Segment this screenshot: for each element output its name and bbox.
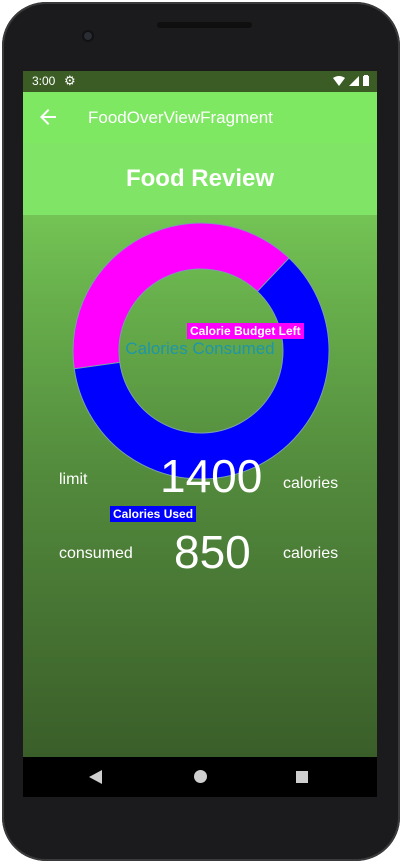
- consumed-value: 850: [174, 526, 251, 578]
- app-bar: FoodOverViewFragment: [23, 92, 377, 143]
- status-time: 3:00: [32, 74, 56, 88]
- consumed-unit: calories: [283, 545, 339, 562]
- navigation-bar: [23, 757, 377, 797]
- slice-label-budget-left: Calorie Budget Left: [187, 323, 304, 339]
- nav-back-icon[interactable]: [89, 770, 102, 784]
- nav-recents-icon[interactable]: [296, 771, 308, 783]
- signal-icon: [349, 75, 359, 86]
- status-icons: [333, 75, 369, 86]
- page-title: Food Review: [125, 165, 275, 192]
- speaker-grille: [157, 22, 252, 28]
- status-bar: 3:00 ⚙: [23, 71, 377, 92]
- consumed-row: consumed 850 calories: [23, 521, 377, 581]
- content-area: Food Review Calories Consumed Calorie Bu…: [23, 143, 377, 757]
- chart-center-label: Calories Consumed: [125, 339, 275, 358]
- slice-label-calories-used: Calories Used: [110, 506, 197, 522]
- nav-home-icon[interactable]: [194, 770, 207, 783]
- front-camera: [82, 30, 94, 42]
- limit-label: limit: [59, 471, 88, 488]
- limit-value: 1400: [160, 450, 263, 502]
- limit-unit: calories: [283, 475, 339, 492]
- wifi-icon: [333, 75, 345, 86]
- limit-row: limit 1400 calories: [23, 443, 377, 503]
- battery-icon: [363, 75, 369, 86]
- consumed-label: consumed: [59, 545, 133, 562]
- screen: 3:00 ⚙ FoodOverViewFragment Food Review …: [23, 71, 377, 757]
- arrow-left-icon[interactable]: [36, 105, 60, 129]
- header-band: Food Review: [23, 143, 377, 215]
- app-bar-title: FoodOverViewFragment: [88, 108, 273, 127]
- gear-icon: ⚙: [64, 73, 76, 88]
